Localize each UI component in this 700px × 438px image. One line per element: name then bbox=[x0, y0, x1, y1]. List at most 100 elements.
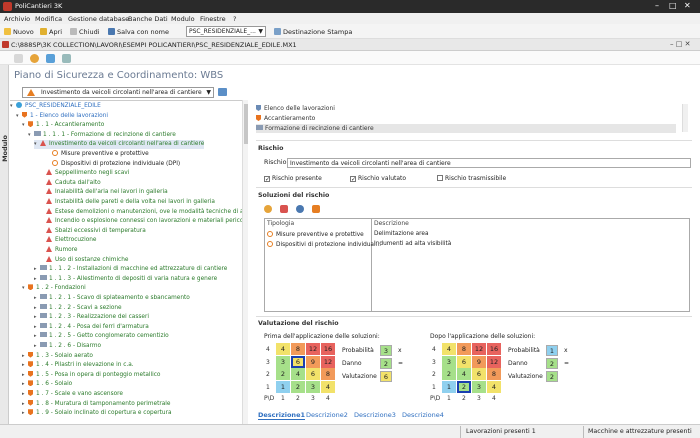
table-row[interactable]: Dispositivi di protezione individual... bbox=[267, 241, 381, 248]
add-icon[interactable] bbox=[30, 54, 39, 63]
list-item[interactable]: Formazione di recinzione di cantiere bbox=[256, 124, 676, 133]
tree-risk-item[interactable]: Incendio o esplosione connessi con lavor… bbox=[40, 217, 242, 226]
matrix-cell[interactable]: 6 bbox=[457, 355, 471, 368]
matrix-cell[interactable]: 6 bbox=[472, 368, 486, 380]
matrix-cell[interactable]: 3 bbox=[276, 355, 290, 368]
document-window-controls[interactable]: – □ ✕ bbox=[670, 40, 690, 48]
matrix-cell[interactable]: 12 bbox=[487, 355, 501, 368]
menu-banche-dati[interactable]: Banche Dati bbox=[128, 15, 168, 23]
matrix-cell[interactable]: 12 bbox=[306, 343, 320, 355]
tree-risk-item[interactable]: Uso di sostanze chimiche bbox=[40, 255, 128, 265]
matrix-cell[interactable]: 12 bbox=[321, 355, 335, 368]
tab-descrizione1[interactable]: Descrizione1 bbox=[258, 411, 305, 420]
row-descrizione[interactable]: Indumenti ad alta visibilità bbox=[374, 241, 451, 247]
tree-node[interactable]: ▸ 1 . 2 . 1 - Scavo di splateamento e sba… bbox=[34, 294, 190, 303]
menu-modulo[interactable]: Modulo bbox=[171, 15, 195, 23]
tree-action-icon[interactable] bbox=[218, 88, 227, 96]
risk-selector-combo[interactable]: Investimento da veicoli circolanti nell'… bbox=[22, 87, 214, 98]
risk-evaluated-checkbox[interactable]: ✓ Rischio valutato bbox=[350, 175, 406, 183]
tree-node[interactable]: ▸ 1 . 3 - Solaio aerato bbox=[22, 351, 93, 361]
matrix-cell[interactable]: 2 bbox=[442, 368, 456, 380]
scroll-thumb[interactable] bbox=[244, 104, 248, 144]
matrix-cell[interactable]: 1 bbox=[276, 380, 290, 393]
tree-risk-item[interactable]: Caduta dall'alto bbox=[40, 178, 101, 188]
tree-node[interactable]: ▸ 1 . 2 . 5 - Getto conglomerato cementiz… bbox=[34, 332, 169, 341]
matrix-cell[interactable]: 3 bbox=[472, 380, 486, 393]
tree-vertical-scrollbar[interactable] bbox=[242, 100, 248, 426]
maximize-button[interactable]: □ bbox=[669, 1, 677, 10]
matrix-cell[interactable]: 12 bbox=[472, 343, 486, 355]
print-destination-button[interactable]: Destinazione Stampa bbox=[274, 27, 352, 37]
search-icon[interactable] bbox=[296, 205, 304, 213]
open-button[interactable]: Apri bbox=[40, 27, 62, 37]
matrix-cell[interactable]: 4 bbox=[457, 368, 471, 380]
tree-node[interactable]: ▾ 1 . 1 - Accantieramento bbox=[22, 121, 104, 130]
delete-icon[interactable] bbox=[280, 205, 288, 213]
add-solution-icon[interactable] bbox=[264, 205, 272, 213]
risk-name-input[interactable]: Investimento da veicoli circolanti nell'… bbox=[287, 158, 691, 168]
row-descrizione[interactable]: Delimitazione area bbox=[374, 231, 429, 237]
tree-node[interactable]: ▸ 1 . 6 - Solaio bbox=[22, 380, 72, 389]
collapse-toggle-icon[interactable]: ▾ bbox=[22, 121, 28, 130]
close-button[interactable]: ✕ bbox=[684, 1, 691, 10]
expand-toggle-icon[interactable]: ▸ bbox=[22, 400, 28, 409]
matrix-cell[interactable]: 6 bbox=[291, 355, 305, 368]
expand-toggle-icon[interactable]: ▸ bbox=[22, 390, 28, 399]
close-doc-button[interactable]: Chiudi bbox=[70, 27, 100, 37]
menu-modifica[interactable]: Modifica bbox=[35, 15, 62, 23]
expand-toggle-icon[interactable]: ▸ bbox=[22, 352, 28, 361]
tree-node[interactable]: ▸ 1 . 2 . 2 - Scavi a sezione bbox=[34, 303, 122, 313]
save-as-button[interactable]: Salva con nome bbox=[108, 27, 169, 37]
module-sidebar[interactable]: Modulo bbox=[0, 65, 9, 438]
matrix-cell[interactable]: 2 bbox=[457, 380, 471, 393]
matrix-cell[interactable]: 8 bbox=[321, 368, 335, 380]
expand-toggle-icon[interactable]: ▸ bbox=[22, 361, 28, 370]
list-scrollbar[interactable] bbox=[682, 104, 688, 132]
menu-help[interactable]: ? bbox=[233, 15, 236, 23]
tree-node[interactable]: ▸ 1 . 2 . 6 - Disarmo bbox=[34, 342, 101, 351]
undo-icon[interactable] bbox=[62, 54, 71, 63]
tree-node[interactable]: ▸ 1 . 4 - Pilastri in elevazione in c.a. bbox=[22, 361, 134, 370]
menu-gestione-database[interactable]: Gestione database bbox=[68, 15, 129, 23]
tree-node[interactable]: ▸ 1 . 2 . 3 - Realizzazione dei casseri bbox=[34, 313, 149, 322]
risk-present-checkbox[interactable]: ✓ Rischio presente bbox=[264, 175, 322, 183]
matrix-cell[interactable]: 8 bbox=[291, 343, 305, 355]
tree-risk-item[interactable]: Instabilità delle pareti e della volta n… bbox=[40, 198, 215, 207]
matrix-cell[interactable]: 2 bbox=[291, 380, 305, 393]
matrix-cell[interactable]: 2 bbox=[276, 368, 290, 380]
matrix-cell[interactable]: 4 bbox=[291, 368, 305, 380]
new-button[interactable]: Nuovo bbox=[4, 27, 34, 37]
expand-toggle-icon[interactable]: ▸ bbox=[22, 380, 28, 389]
matrix-cell[interactable]: 4 bbox=[442, 343, 456, 355]
tree-risk-item[interactable]: Sbalzi eccessivi di temperatura bbox=[40, 226, 146, 236]
tree-node[interactable]: ▸ 1 . 5 - Posa in opera di ponteggio meta… bbox=[22, 370, 160, 380]
matrix-cell[interactable]: 8 bbox=[487, 368, 501, 380]
tree-risk-item[interactable]: Inalabilità dell'aria nei lavori in gall… bbox=[40, 188, 168, 197]
tab-descrizione3[interactable]: Descrizione3 bbox=[354, 411, 396, 419]
tree-node[interactable]: ▸ 1 . 8 - Muratura di tamponamento perime… bbox=[22, 399, 170, 409]
risk-transmissible-checkbox[interactable]: Rischio trasmissibile bbox=[437, 175, 506, 183]
tree-node[interactable]: ▸ 1 . 7 - Scale e vano ascensore bbox=[22, 390, 123, 399]
matrix-cell[interactable]: 6 bbox=[306, 368, 320, 380]
minimize-button[interactable]: – bbox=[655, 1, 659, 10]
matrix-cell[interactable]: 9 bbox=[472, 355, 486, 368]
list-item[interactable]: Elenco delle lavorazioni bbox=[256, 104, 676, 113]
tree-node[interactable]: ▸ 1 . 9 - Solaio inclinato di copertura e… bbox=[22, 409, 172, 418]
matrix-cell[interactable]: 4 bbox=[276, 343, 290, 355]
tree-risk-item[interactable]: Seppellimento negli scavi bbox=[40, 169, 129, 178]
tree-node[interactable]: ▾ 1 - Elenco delle lavorazioni bbox=[16, 111, 108, 121]
tree-risk-item[interactable]: Rumore bbox=[40, 246, 77, 255]
matrix-cell[interactable]: 4 bbox=[487, 380, 501, 393]
collapse-toggle-icon[interactable]: ▾ bbox=[22, 284, 28, 293]
tree-risk-item[interactable]: Elettrocuzione bbox=[40, 236, 97, 245]
document-combo[interactable]: PSC_RESIDENZIALE_... ▼ bbox=[186, 26, 266, 37]
tree-node[interactable]: ▸ 1 . 1 . 3 - Allestimento di depositi di… bbox=[34, 274, 217, 284]
list-icon[interactable] bbox=[14, 54, 23, 63]
edit-icon[interactable] bbox=[312, 205, 320, 213]
tree-node[interactable]: ▸ 1 . 1 . 2 - Installazioni di macchine e… bbox=[34, 265, 227, 274]
expand-toggle-icon[interactable]: ▸ bbox=[22, 409, 28, 418]
matrix-cell[interactable]: 16 bbox=[321, 343, 335, 355]
tab-descrizione2[interactable]: Descrizione2 bbox=[306, 411, 348, 419]
matrix-cell[interactable]: 16 bbox=[487, 343, 501, 355]
save-icon[interactable] bbox=[46, 54, 55, 63]
